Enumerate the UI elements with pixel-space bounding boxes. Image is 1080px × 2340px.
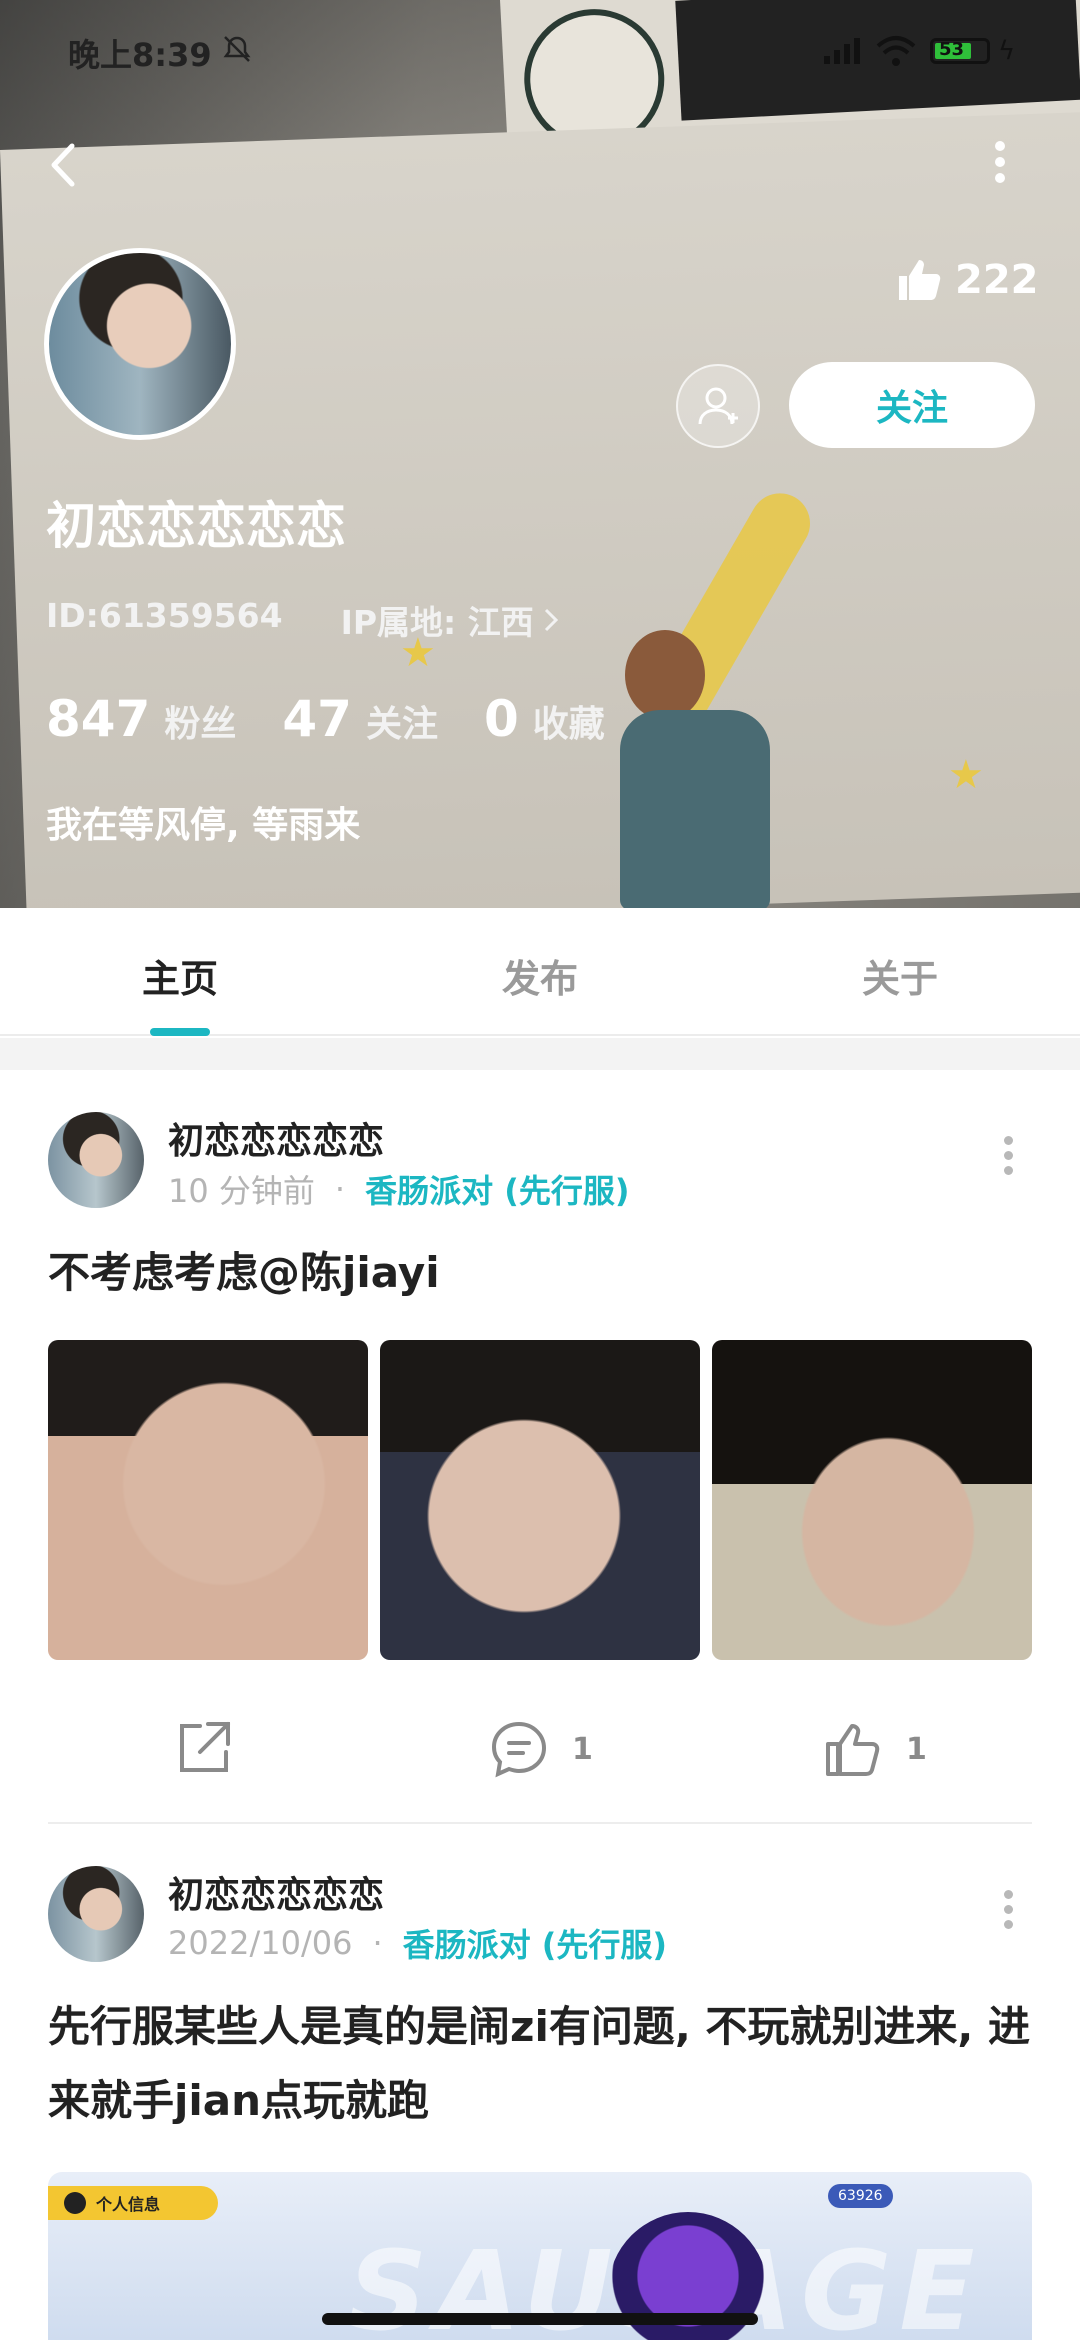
post-author-avatar[interactable] (48, 1112, 144, 1208)
profile-likes[interactable]: 222 (895, 250, 1039, 310)
profile-page: ★ ★ 晚上8:39 53 ϟ 222 关注 初恋恋恋恋恋 ID:6135956… (0, 0, 1080, 2340)
ip-location-link[interactable]: IP属地: 江西 (341, 596, 560, 644)
stat-favorites[interactable]: 0 收藏 (484, 690, 605, 748)
post-photo[interactable] (48, 1340, 368, 1660)
stat-label: 收藏 (532, 704, 605, 745)
add-user-icon (698, 387, 738, 425)
background-illustration (600, 610, 780, 908)
stat-number: 0 (484, 690, 519, 748)
thumbs-up-icon (899, 260, 941, 300)
profile-header: ★ ★ 晚上8:39 53 ϟ 222 关注 初恋恋恋恋恋 ID:6135956… (0, 0, 1080, 908)
post-time: 10 分钟前 (168, 1172, 315, 1210)
banner-tag-label: 个人信息 (96, 2195, 161, 2214)
home-indicator[interactable] (322, 2313, 758, 2325)
active-tab-indicator (150, 1028, 210, 1036)
profile-id: ID:61359564 (46, 596, 283, 635)
post-meta: 10 分钟前 · 香肠派对 (先行服) (168, 1166, 629, 1212)
post-more-button[interactable] (1000, 1884, 1016, 1944)
back-button[interactable] (40, 130, 90, 200)
comment-button[interactable]: 1 (488, 1718, 593, 1780)
ip-location-text: IP属地: 江西 (340, 603, 534, 642)
post-photo[interactable] (380, 1340, 700, 1660)
meta-separator: · (334, 1170, 346, 1208)
profile-likes-count: 222 (955, 257, 1039, 303)
post-more-button[interactable] (1000, 1130, 1016, 1190)
status-bar: 晚上8:39 53 ϟ (0, 0, 1080, 100)
back-arrow-icon (64, 2192, 86, 2214)
chevron-right-icon (544, 608, 558, 632)
post-text: 先行服某些人是真的是闹zi有问题, 不玩就别进来, 进来就手jian点玩就跑 (48, 2002, 1030, 2125)
profile-avatar[interactable] (44, 248, 236, 440)
more-options-button[interactable] (980, 135, 1020, 195)
share-icon (180, 1722, 230, 1772)
post-game-tag[interactable]: 香肠派对 (先行服) (403, 1920, 667, 1966)
charging-icon: ϟ (998, 36, 1016, 66)
section-divider (0, 1038, 1080, 1070)
stat-number: 47 (282, 690, 352, 748)
like-button[interactable]: 1 (822, 1718, 927, 1780)
post-divider (48, 1822, 1032, 1824)
profile-tabs: 主页 发布 关于 (0, 908, 1080, 1036)
banner-coin: 63926 (828, 2184, 893, 2208)
post-time: 2022/10/06 (168, 1924, 353, 1962)
thumbs-up-icon (826, 1724, 880, 1776)
add-friend-button[interactable] (676, 364, 760, 448)
share-button[interactable] (172, 1718, 234, 1780)
comment-count: 1 (572, 1731, 593, 1767)
tab-about[interactable]: 关于 (800, 948, 1000, 1003)
stat-followers[interactable]: 847 粉丝 (46, 690, 236, 748)
wifi-icon (876, 36, 916, 66)
battery-level: 53 (939, 39, 965, 60)
post-photo[interactable] (712, 1340, 1032, 1660)
follow-button[interactable]: 关注 (789, 362, 1035, 448)
profile-username: 初恋恋恋恋恋 (46, 497, 346, 555)
banner-tag: 个人信息 (48, 2186, 218, 2220)
post-author-avatar[interactable] (48, 1866, 144, 1962)
comment-icon (491, 1721, 547, 1778)
mute-bell-icon (223, 36, 251, 62)
profile-stats: 847 粉丝 47 关注 0 收藏 (46, 690, 651, 748)
post-author-name[interactable]: 初恋恋恋恋恋 (168, 1866, 384, 1918)
tab-home[interactable]: 主页 (80, 948, 280, 1003)
battery-icon: 53 (930, 38, 990, 64)
profile-id-row: ID:61359564 IP属地: 江西 (46, 596, 560, 644)
stat-label: 关注 (365, 704, 438, 745)
status-time: 晚上8:39 (68, 36, 212, 74)
post-author-name[interactable]: 初恋恋恋恋恋 (168, 1112, 384, 1164)
post-actions: 1 1 (0, 1700, 1080, 1800)
profile-bio: 我在等风停, 等雨来 (46, 805, 361, 846)
stat-number: 847 (46, 690, 151, 748)
stat-label: 粉丝 (164, 704, 237, 745)
post-game-tag[interactable]: 香肠派对 (先行服) (365, 1166, 629, 1212)
stat-following[interactable]: 47 关注 (282, 690, 438, 748)
meta-separator: · (372, 1924, 383, 1962)
signal-icon (824, 38, 860, 64)
background-star: ★ (948, 752, 984, 798)
like-count: 1 (906, 1731, 927, 1767)
post-text: 不考虑考虑@陈jiayi (48, 1248, 440, 1297)
post-meta: 2022/10/06 · 香肠派对 (先行服) (168, 1920, 667, 1966)
post-photos (48, 1340, 1032, 1660)
tab-posts[interactable]: 发布 (440, 948, 640, 1003)
